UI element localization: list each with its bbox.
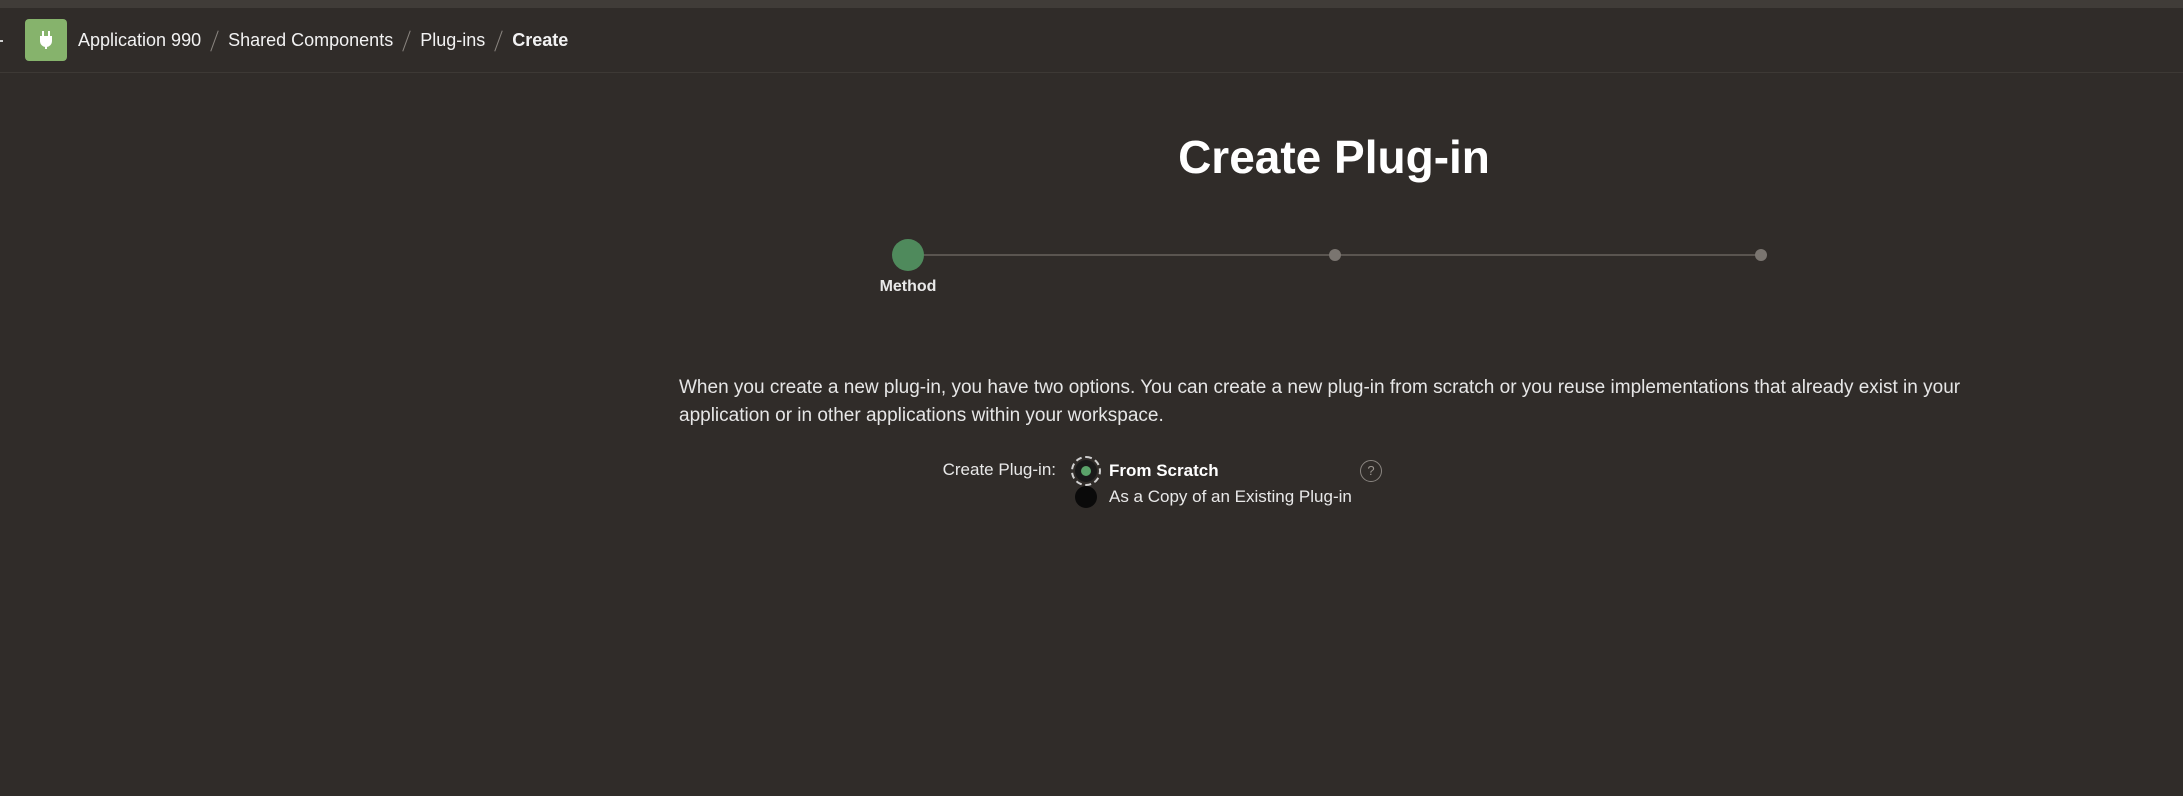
help-icon[interactable]: ? (1360, 460, 1382, 482)
app-header: Application 990 Shared Components Plug-i… (0, 8, 2183, 73)
app-logo[interactable] (25, 19, 67, 61)
intro-text: When you create a new plug-in, you have … (679, 377, 1961, 426)
breadcrumb-plug-ins[interactable]: Plug-ins (420, 30, 485, 51)
breadcrumb-application[interactable]: Application 990 (78, 30, 201, 51)
breadcrumb-separator (210, 29, 219, 52)
edge-marker (0, 40, 3, 42)
wizard-step-method-label: Method (879, 278, 937, 295)
plug-icon (40, 31, 52, 49)
radio-from-scratch-button[interactable] (1071, 456, 1101, 486)
window-top-strip (0, 0, 2183, 8)
radio-from-scratch-label[interactable]: From Scratch (1109, 461, 1219, 481)
breadcrumb-create: Create (512, 30, 569, 50)
radio-copy-existing-button[interactable] (1075, 486, 1097, 508)
breadcrumb-separator (402, 29, 411, 52)
breadcrumb: Application 990 Shared Components Plug-i… (78, 8, 568, 73)
wizard-step-method-marker (892, 239, 924, 271)
wizard-step-3-marker (1755, 249, 1767, 261)
breadcrumb-separator (494, 29, 503, 52)
create-plugin-label: Create Plug-in: (942, 460, 1056, 479)
breadcrumb-shared-components[interactable]: Shared Components (228, 30, 393, 51)
radio-copy-existing-label[interactable]: As a Copy of an Existing Plug-in (1109, 487, 1352, 507)
wizard-step-2-marker (1329, 249, 1341, 261)
page-title: Create Plug-in (1178, 131, 1490, 183)
radio-copy-existing[interactable]: As a Copy of an Existing Plug-in (1075, 486, 1352, 508)
radio-from-scratch[interactable]: From Scratch (1071, 456, 1219, 486)
